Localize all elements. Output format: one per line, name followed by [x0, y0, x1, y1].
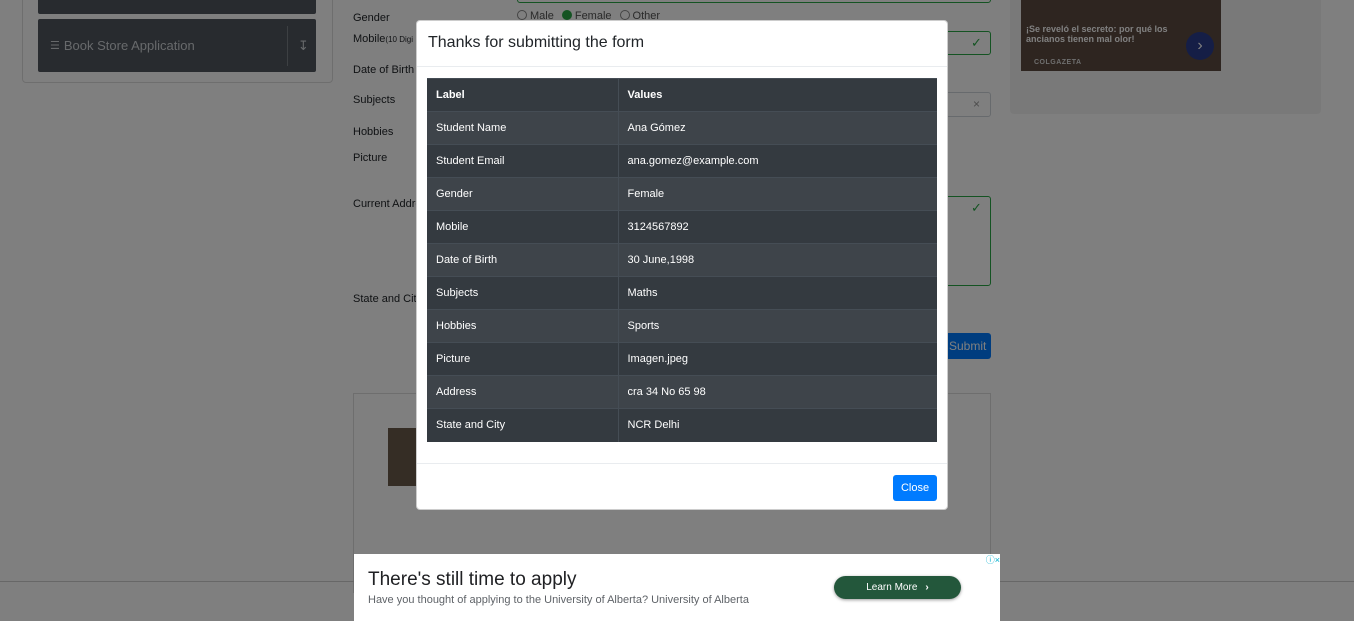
row-label: Date of Birth	[427, 243, 619, 277]
table-row: Picture Imagen.jpeg	[427, 342, 937, 376]
row-label: Student Name	[427, 111, 619, 145]
column-header: Label	[427, 78, 619, 112]
row-value: Sports	[618, 309, 937, 343]
row-value: Female	[618, 177, 937, 211]
row-label: Picture	[427, 342, 619, 376]
row-label: Student Email	[427, 144, 619, 178]
table-row: State and City NCR Delhi	[427, 408, 937, 442]
row-value: Imagen.jpeg	[618, 342, 937, 376]
table-row: Student Name Ana Gómez	[427, 111, 937, 145]
row-value: ana.gomez@example.com	[618, 144, 937, 178]
table-row: Address cra 34 No 65 98	[427, 375, 937, 409]
banner-title: There's still time to apply	[368, 569, 577, 590]
row-label: Address	[427, 375, 619, 409]
table-row: Student Email ana.gomez@example.com	[427, 144, 937, 178]
column-header: Values	[618, 78, 937, 112]
modal-footer: Close	[417, 463, 947, 510]
row-label: Hobbies	[427, 309, 619, 343]
submission-table: Label Values Student Name Ana Gómez Stude…	[427, 78, 937, 442]
row-value: 30 June,1998	[618, 243, 937, 277]
row-value: Ana Gómez	[618, 111, 937, 145]
row-label: Mobile	[427, 210, 619, 244]
row-value: NCR Delhi	[618, 408, 937, 442]
table-row: Subjects Maths	[427, 276, 937, 310]
bottom-ad-banner[interactable]: There's still time to apply Have you tho…	[354, 554, 1000, 621]
table-row: Hobbies Sports	[427, 309, 937, 343]
table-header-row: Label Values	[427, 78, 937, 112]
table-row: Date of Birth 30 June,1998	[427, 243, 937, 277]
close-button[interactable]: Close	[893, 475, 937, 501]
row-label: State and City	[427, 408, 619, 442]
learn-more-button[interactable]: Learn More ›	[834, 576, 961, 599]
row-label: Subjects	[427, 276, 619, 310]
banner-subtitle: Have you thought of applying to the Univ…	[368, 594, 749, 606]
adchoices-icon[interactable]: ⓘ×	[980, 554, 1000, 566]
table-row: Gender Female	[427, 177, 937, 211]
submission-modal: Thanks for submitting the form Label Val…	[416, 20, 948, 510]
modal-title: Thanks for submitting the form	[428, 34, 645, 51]
row-value: 3124567892	[618, 210, 937, 244]
table-row: Mobile 3124567892	[427, 210, 937, 244]
row-value: Maths	[618, 276, 937, 310]
modal-header: Thanks for submitting the form	[417, 21, 947, 67]
chevron-right-icon: ›	[925, 582, 929, 593]
modal-body: Label Values Student Name Ana Gómez Stude…	[417, 67, 947, 453]
row-value: cra 34 No 65 98	[618, 375, 937, 409]
row-label: Gender	[427, 177, 619, 211]
